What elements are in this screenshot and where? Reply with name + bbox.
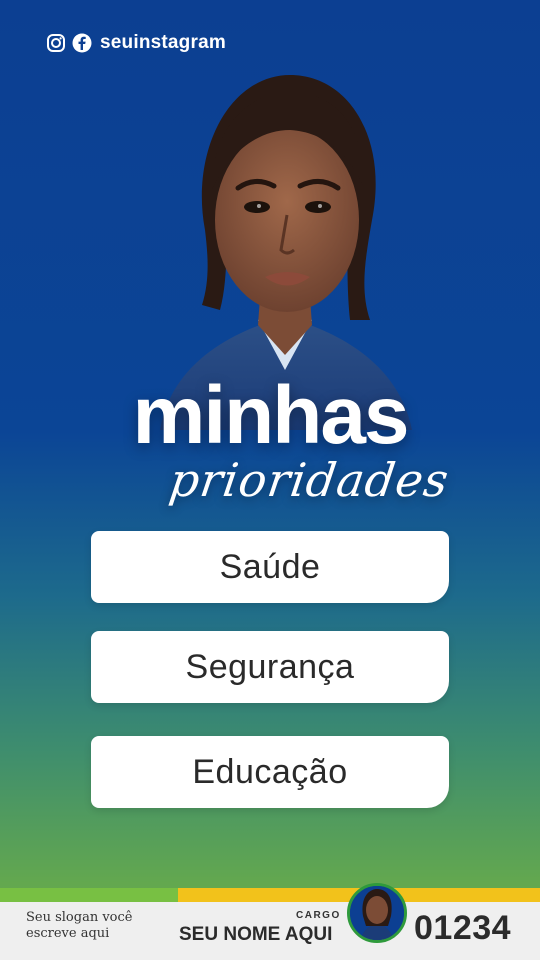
instagram-icon[interactable] xyxy=(46,33,66,53)
social-bar: seuinstagram xyxy=(46,30,226,56)
facebook-icon[interactable] xyxy=(72,33,92,53)
avatar xyxy=(347,883,407,943)
slogan-text: Seu slogan você escreve aqui xyxy=(26,910,133,941)
candidate-name: SEU NOME AQUI xyxy=(179,924,333,945)
cargo-label: CARGO xyxy=(296,910,341,921)
priority-card-educacao[interactable]: Educação xyxy=(91,736,449,808)
candidate-number: 01234 xyxy=(414,909,512,947)
priority-card-seguranca[interactable]: Segurança xyxy=(91,631,449,703)
green-stripe xyxy=(0,888,178,902)
title-script: prioridades xyxy=(166,453,453,507)
title-main: minhas xyxy=(132,370,409,461)
title-block: minhas prioridades xyxy=(0,370,540,508)
social-handle[interactable]: seuinstagram xyxy=(100,32,226,54)
priority-card-saude[interactable]: Saúde xyxy=(91,531,449,603)
